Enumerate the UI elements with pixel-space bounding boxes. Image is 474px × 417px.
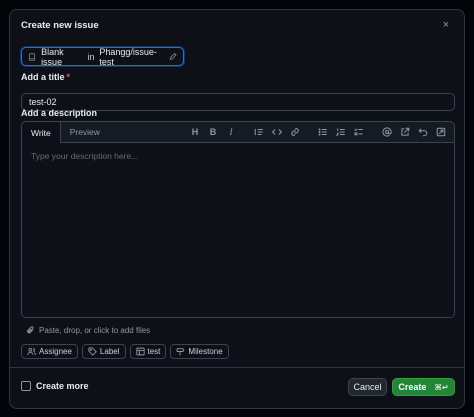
tag-icon: [88, 347, 97, 356]
label-button[interactable]: Label: [81, 344, 126, 359]
description-textarea[interactable]: [22, 143, 454, 317]
fullscreen-icon[interactable]: [432, 124, 450, 140]
milestone-label: Milestone: [188, 347, 223, 356]
description-editor: Write Preview H B I: [21, 121, 455, 318]
paperclip-icon: [27, 326, 34, 334]
template-selector[interactable]: Blank issue in Phangg/issue-test: [21, 46, 184, 67]
milestone-icon: [177, 348, 185, 356]
formatting-toolbar: H B I: [186, 122, 454, 142]
create-issue-dialog: Create new issue × Blank issue in Phangg…: [9, 9, 465, 409]
project-label: test: [147, 347, 161, 356]
close-icon[interactable]: ×: [439, 19, 453, 31]
description-label: Add a description: [21, 108, 98, 118]
template-name: Blank issue: [41, 46, 64, 67]
create-more-label: Create more: [36, 381, 89, 391]
title-label: Add a title *: [21, 72, 70, 82]
template-connector: in: [87, 51, 95, 62]
tab-write[interactable]: Write: [22, 122, 61, 143]
dialog-header: Create new issue ×: [10, 10, 464, 40]
tab-preview[interactable]: Preview: [61, 122, 109, 142]
dialog-title: Create new issue: [21, 19, 99, 31]
assignee-button[interactable]: Assignee: [21, 344, 78, 359]
mention-icon[interactable]: [378, 124, 396, 140]
create-button[interactable]: Create ⌘↵: [392, 378, 455, 396]
editor-toolbar: Write Preview H B I: [22, 122, 454, 143]
pencil-icon: [169, 52, 177, 60]
heading-icon[interactable]: H: [186, 124, 204, 140]
task-list-icon[interactable]: [350, 124, 368, 140]
create-more-checkbox[interactable]: [21, 381, 31, 391]
metadata-row: Assignee Label test Milestone: [21, 344, 229, 359]
repo-icon: [29, 52, 35, 61]
create-shortcut: ⌘↵: [434, 382, 449, 392]
create-label: Create: [398, 382, 427, 392]
label-label: Label: [99, 347, 120, 356]
cancel-button[interactable]: Cancel: [348, 378, 387, 396]
title-label-text: Add a title: [21, 72, 65, 82]
attach-files[interactable]: Paste, drop, or click to add files: [26, 326, 150, 335]
numbered-list-icon[interactable]: [332, 124, 350, 140]
reference-icon[interactable]: [396, 124, 414, 140]
link-icon[interactable]: [286, 124, 304, 140]
milestone-button[interactable]: Milestone: [170, 344, 229, 359]
people-icon: [27, 347, 36, 355]
code-icon[interactable]: [268, 124, 286, 140]
table-icon: [135, 347, 145, 356]
attach-text: Paste, drop, or click to add files: [39, 326, 151, 335]
quote-icon[interactable]: [250, 124, 268, 140]
assignee-label: Assignee: [39, 347, 72, 356]
undo-icon[interactable]: [414, 124, 432, 140]
italic-icon[interactable]: I: [222, 124, 240, 140]
footer-divider: [10, 367, 464, 368]
required-mark: *: [66, 72, 71, 82]
create-more-option[interactable]: Create more: [21, 381, 89, 391]
bulleted-list-icon[interactable]: [314, 124, 332, 140]
bold-icon[interactable]: B: [204, 124, 222, 140]
template-repo: Phangg/issue-test: [99, 46, 157, 67]
project-button[interactable]: test: [129, 344, 167, 359]
